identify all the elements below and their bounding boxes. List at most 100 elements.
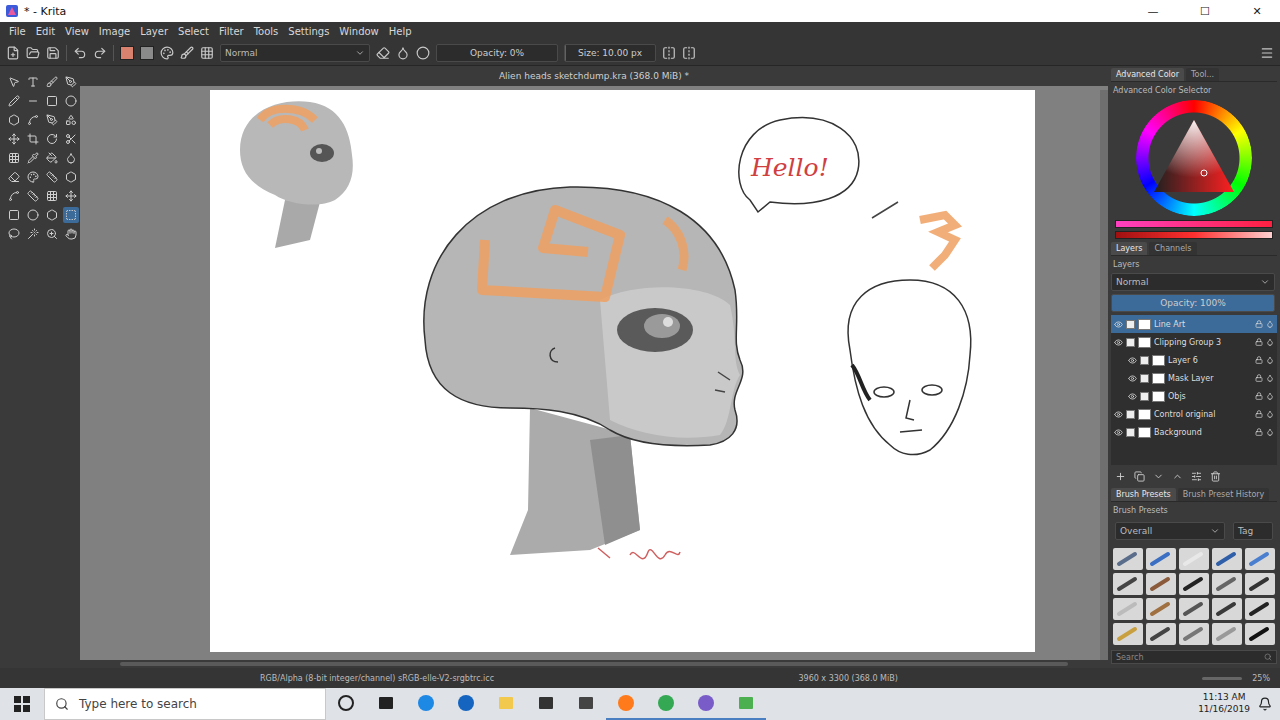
brush-preset[interactable]: [1179, 548, 1209, 570]
lock-icon[interactable]: [1255, 410, 1263, 418]
tool-button[interactable]: [25, 74, 41, 90]
tool-button[interactable]: [44, 131, 60, 147]
duplicate-layer-icon[interactable]: [1134, 471, 1145, 482]
layer-checkbox[interactable]: [1126, 428, 1135, 437]
tool-button[interactable]: [25, 226, 41, 242]
add-layer-icon[interactable]: [1115, 471, 1126, 482]
docker-tab[interactable]: Tool...: [1186, 68, 1219, 81]
tool-button[interactable]: [6, 188, 22, 204]
taskbar-app[interactable]: [726, 688, 766, 720]
save-icon[interactable]: [46, 46, 60, 60]
tool-button[interactable]: [6, 93, 22, 109]
layer-checkbox[interactable]: [1140, 356, 1149, 365]
alpha-icon[interactable]: [1266, 356, 1274, 364]
taskbar-app[interactable]: [606, 688, 646, 720]
tool-button[interactable]: [44, 112, 60, 128]
tag-dropdown[interactable]: Overall: [1115, 522, 1225, 540]
window-control[interactable]: —: [1130, 0, 1176, 22]
move-up-icon[interactable]: [1172, 471, 1183, 482]
mirror-vertical-icon[interactable]: [682, 46, 696, 60]
saturation-triangle-icon[interactable]: [1152, 118, 1236, 194]
tool-button[interactable]: [63, 74, 79, 90]
layer-row[interactable]: Objs: [1111, 387, 1277, 405]
layer-row[interactable]: Mask Layer: [1111, 369, 1277, 387]
menu-item[interactable]: File: [4, 26, 31, 37]
vertical-scrollbar[interactable]: [1100, 90, 1108, 660]
visibility-icon[interactable]: [1128, 392, 1137, 401]
brush-preset[interactable]: [1212, 548, 1242, 570]
tool-button[interactable]: [63, 188, 79, 204]
redo-icon[interactable]: [93, 46, 107, 60]
brush-preset[interactable]: [1113, 623, 1143, 645]
color-selector[interactable]: [1111, 99, 1277, 217]
menu-item[interactable]: View: [60, 26, 94, 37]
tool-button[interactable]: [6, 226, 22, 242]
lock-icon[interactable]: [1255, 374, 1263, 382]
docker-tab[interactable]: Layers: [1111, 242, 1147, 255]
alpha-icon[interactable]: [1266, 392, 1274, 400]
brush-preset[interactable]: [1146, 548, 1176, 570]
tool-button[interactable]: [6, 150, 22, 166]
alpha-icon[interactable]: [1266, 338, 1274, 346]
menu-item[interactable]: Settings: [283, 26, 334, 37]
tool-button[interactable]: [25, 169, 41, 185]
layer-row[interactable]: Clipping Group 3: [1111, 333, 1277, 351]
size-slider[interactable]: Size: 10.00 px: [564, 44, 656, 62]
tool-button[interactable]: [6, 207, 22, 223]
lock-icon[interactable]: [1255, 356, 1263, 364]
tool-button[interactable]: [25, 207, 41, 223]
taskbar-app[interactable]: [686, 688, 726, 720]
layer-opacity-slider[interactable]: Opacity: 100%: [1111, 294, 1275, 312]
tool-button[interactable]: [25, 150, 41, 166]
alpha-icon[interactable]: [1266, 410, 1274, 418]
tool-button[interactable]: [6, 112, 22, 128]
document-tab[interactable]: Alien heads sketchdump.kra (368.0 MiB) *: [80, 66, 1108, 86]
layer-checkbox[interactable]: [1126, 338, 1135, 347]
hamburger-icon[interactable]: [1260, 46, 1274, 60]
brush-preset-icon[interactable]: [180, 46, 194, 60]
tool-button[interactable]: [44, 188, 60, 204]
opacity-slider[interactable]: Opacity: 0%: [436, 44, 558, 62]
docker-tab[interactable]: Channels: [1149, 242, 1196, 255]
menu-item[interactable]: Filter: [214, 26, 249, 37]
tool-button[interactable]: [44, 169, 60, 185]
brush-preset[interactable]: [1113, 573, 1143, 595]
tool-button[interactable]: [25, 131, 41, 147]
brush-preset[interactable]: [1245, 598, 1275, 620]
zoom-level[interactable]: 25%: [1252, 674, 1270, 683]
brush-preset[interactable]: [1179, 573, 1209, 595]
tool-button[interactable]: [63, 169, 79, 185]
brush-preset[interactable]: [1179, 623, 1209, 645]
tag-button[interactable]: Tag: [1233, 522, 1273, 540]
taskbar-app[interactable]: [446, 688, 486, 720]
taskbar-app[interactable]: [366, 688, 406, 720]
layer-checkbox[interactable]: [1140, 392, 1149, 401]
color-strip[interactable]: [1115, 231, 1273, 239]
undo-icon[interactable]: [73, 46, 87, 60]
alpha-icon[interactable]: [1266, 428, 1274, 436]
background-color[interactable]: [140, 46, 154, 60]
eraser-icon[interactable]: [376, 46, 390, 60]
tool-button[interactable]: [63, 226, 79, 242]
menu-item[interactable]: Help: [384, 26, 417, 37]
visibility-icon[interactable]: [1114, 410, 1123, 419]
window-control[interactable]: ✕: [1234, 0, 1280, 22]
brush-preset[interactable]: [1212, 598, 1242, 620]
tool-button[interactable]: [44, 150, 60, 166]
new-file-icon[interactable]: [6, 46, 20, 60]
tool-button[interactable]: [44, 74, 60, 90]
color-strip[interactable]: [1115, 220, 1273, 228]
menu-item[interactable]: Edit: [31, 26, 60, 37]
taskbar-app[interactable]: [486, 688, 526, 720]
move-down-icon[interactable]: [1153, 471, 1164, 482]
brush-preset[interactable]: [1212, 573, 1242, 595]
menu-item[interactable]: Layer: [135, 26, 173, 37]
alpha-icon[interactable]: [1266, 374, 1274, 382]
visibility-icon[interactable]: [1128, 374, 1137, 383]
brush-search[interactable]: Search: [1111, 650, 1277, 664]
menu-item[interactable]: Select: [173, 26, 214, 37]
properties-icon[interactable]: [1191, 471, 1202, 482]
delete-layer-icon[interactable]: [1210, 471, 1221, 482]
lock-icon[interactable]: [1255, 338, 1263, 346]
taskbar-search[interactable]: Type here to search: [44, 688, 326, 720]
